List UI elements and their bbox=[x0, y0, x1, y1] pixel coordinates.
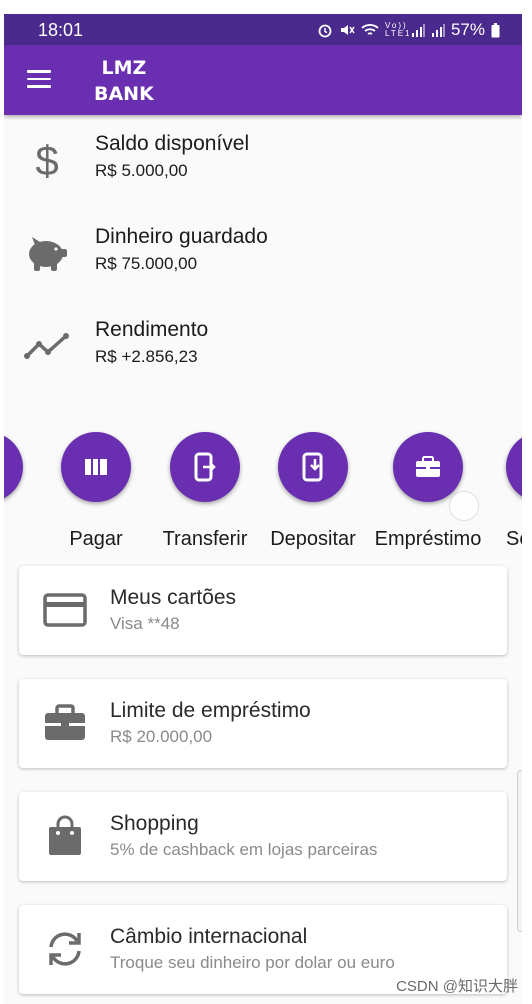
alarm-icon bbox=[318, 24, 332, 38]
shopping-bag-icon bbox=[41, 812, 89, 860]
barcode-icon[interactable] bbox=[61, 432, 131, 502]
card-loan-limit[interactable]: Limite de empréstimo R$ 20.000,00 bbox=[19, 679, 507, 768]
action-label: Se bbox=[506, 528, 522, 550]
logo-line-2: BANK bbox=[94, 83, 154, 105]
card-shopping[interactable]: Shopping 5% de cashback em lojas parceir… bbox=[19, 792, 507, 881]
piggy-bank-icon bbox=[22, 228, 72, 278]
credit-card-icon bbox=[41, 586, 89, 634]
summary-title: Rendimento bbox=[95, 318, 209, 341]
transfer-icon[interactable] bbox=[170, 432, 240, 502]
card-subtitle: R$ 20.000,00 bbox=[110, 727, 213, 746]
briefcase-icon bbox=[41, 699, 89, 747]
dollar-icon: $ bbox=[22, 135, 72, 185]
battery-percent: 57% bbox=[450, 20, 485, 39]
summary-yield: Rendimento R$ +2.856,23 bbox=[4, 311, 522, 381]
summary-title: Dinheiro guardado bbox=[95, 225, 268, 248]
summary-title: Saldo disponível bbox=[95, 132, 250, 155]
menu-icon[interactable] bbox=[27, 70, 51, 88]
card-title: Meus cartões bbox=[110, 586, 237, 609]
pix-icon[interactable] bbox=[4, 432, 23, 502]
action-more[interactable]: Se bbox=[486, 432, 522, 562]
app-logo: LMZ BANK bbox=[94, 55, 154, 107]
svg-text:$: $ bbox=[35, 139, 58, 181]
card-subtitle: 5% de cashback em lojas parceiras bbox=[110, 840, 378, 859]
trending-up-icon bbox=[22, 321, 72, 371]
app-screen: 18:01 Vo)) LTE1 57% LMZ BANK $ Saldo dis… bbox=[4, 14, 522, 1004]
signal-icon bbox=[431, 24, 445, 37]
app-bar: LMZ BANK bbox=[4, 45, 522, 115]
status-time: 18:01 bbox=[38, 20, 84, 40]
card-subtitle: Troque seu dinheiro por dolar ou euro bbox=[110, 953, 395, 972]
action-emprestimo[interactable]: Empréstimo bbox=[373, 432, 483, 562]
watermark: CSDN @知识大胖 bbox=[396, 978, 518, 995]
touch-ripple bbox=[450, 492, 478, 520]
wifi-icon bbox=[361, 24, 379, 35]
actions-carousel[interactable]: pix Pagar Transferir Depositar Em bbox=[4, 432, 522, 562]
status-indicators: Vo)) LTE1 57% bbox=[317, 20, 500, 40]
summary-saved: Dinheiro guardado R$ 75.000,00 bbox=[4, 218, 522, 288]
summary-value: R$ 5.000,00 bbox=[95, 161, 188, 180]
summary-balance: $ Saldo disponível R$ 5.000,00 bbox=[4, 125, 522, 195]
mute-icon bbox=[340, 25, 355, 35]
action-label: Empréstimo bbox=[374, 528, 482, 550]
signal-icon bbox=[411, 24, 425, 37]
volte-icon: Vo)) LTE1 bbox=[384, 21, 412, 38]
card-my-cards[interactable]: Meus cartões Visa **48 bbox=[19, 566, 507, 655]
more-icon[interactable] bbox=[506, 432, 522, 502]
card-title: Limite de empréstimo bbox=[110, 699, 311, 722]
logo-line-1: LMZ bbox=[101, 57, 147, 79]
battery-icon bbox=[491, 22, 500, 37]
briefcase-icon[interactable] bbox=[393, 432, 463, 502]
card-subtitle: Visa **48 bbox=[110, 614, 180, 633]
card-title: Shopping bbox=[110, 812, 199, 835]
summary-value: R$ +2.856,23 bbox=[95, 347, 198, 366]
status-bar: 18:01 Vo)) LTE1 57% bbox=[4, 14, 522, 45]
action-depositar[interactable]: Depositar bbox=[258, 432, 368, 562]
summary-value: R$ 75.000,00 bbox=[95, 254, 198, 273]
card-title: Câmbio internacional bbox=[110, 925, 308, 948]
deposit-icon[interactable] bbox=[278, 432, 348, 502]
scrollbar[interactable] bbox=[517, 770, 522, 932]
exchange-icon bbox=[41, 925, 89, 973]
